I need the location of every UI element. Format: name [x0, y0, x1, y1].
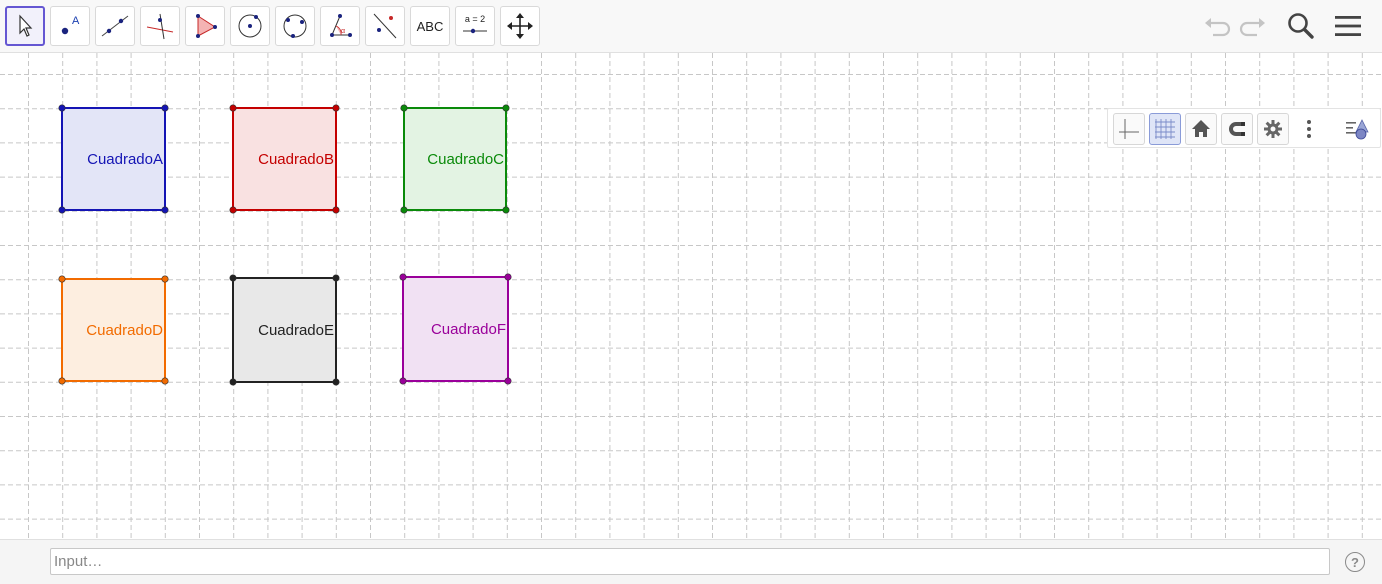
- menu-icon: [1335, 16, 1361, 36]
- square-a-vertex[interactable]: [58, 104, 66, 112]
- square-d[interactable]: CuadradoD: [58, 275, 169, 385]
- graphics-view[interactable]: CuadradoA CuadradoB CuadradoC CuadradoD Cuad…: [0, 53, 1382, 539]
- slider-icon: a = 2: [463, 14, 487, 34]
- square-d-vertex[interactable]: [161, 377, 169, 385]
- more-vertical-icon: [1307, 120, 1311, 138]
- square-c[interactable]: CuadradoC: [400, 104, 510, 214]
- svg-text:α: α: [341, 28, 345, 35]
- square-b[interactable]: CuadradoB: [229, 104, 340, 214]
- square-c-vertex[interactable]: [502, 104, 510, 112]
- text-icon: ABC: [416, 18, 444, 34]
- perpendicular-tool-button[interactable]: [140, 6, 180, 46]
- search-icon: [1288, 13, 1314, 39]
- circle-three-points-tool-button[interactable]: [275, 6, 315, 46]
- square-a-vertex[interactable]: [161, 206, 169, 214]
- square-e[interactable]: CuadradoE: [229, 274, 340, 386]
- polygon-tool-button[interactable]: [185, 6, 225, 46]
- menu-button[interactable]: [1330, 8, 1366, 44]
- reflect-tool-button[interactable]: [365, 6, 405, 46]
- square-e-vertex[interactable]: [332, 274, 340, 282]
- standard-view-button[interactable]: [1185, 113, 1217, 145]
- gear-icon: [1264, 120, 1282, 138]
- graphics-style-bar: [1107, 108, 1381, 148]
- square-a-label: CuadradoA: [87, 151, 163, 168]
- circle-icon: [238, 14, 262, 38]
- square-e-vertex[interactable]: [229, 378, 237, 386]
- redo-button[interactable]: [1235, 8, 1271, 44]
- square-a-vertex[interactable]: [58, 206, 66, 214]
- magnet-icon: [1229, 122, 1245, 136]
- square-e-label: CuadradoE: [258, 322, 334, 339]
- angle-tool-button[interactable]: α: [320, 6, 360, 46]
- perpendicular-icon: [146, 13, 174, 40]
- square-c-vertex[interactable]: [502, 206, 510, 214]
- square-a[interactable]: CuadradoA: [58, 104, 169, 214]
- toggle-axes-button[interactable]: [1113, 113, 1145, 145]
- grid-icon: [1155, 119, 1175, 139]
- point-tool-button[interactable]: A: [50, 6, 90, 46]
- search-button[interactable]: [1283, 8, 1319, 44]
- square-b-vertex[interactable]: [229, 104, 237, 112]
- square-b-vertex[interactable]: [332, 104, 340, 112]
- square-d-vertex[interactable]: [161, 275, 169, 283]
- slider-tool-button[interactable]: a = 2: [455, 6, 495, 46]
- square-a-vertex[interactable]: [161, 104, 169, 112]
- arrow-cursor-icon: [19, 14, 33, 37]
- move-view-tool-button[interactable]: [500, 6, 540, 46]
- square-b-vertex[interactable]: [332, 206, 340, 214]
- square-b-label: CuadradoB: [258, 151, 334, 168]
- square-c-label: CuadradoC: [427, 151, 504, 168]
- polygon-icon: [196, 14, 217, 38]
- toggle-style-bar-button[interactable]: [1341, 113, 1373, 145]
- point-capturing-button[interactable]: [1221, 113, 1253, 145]
- point-icon: A: [61, 15, 80, 35]
- square-d-vertex[interactable]: [58, 377, 66, 385]
- square-f-vertex[interactable]: [504, 377, 512, 385]
- square-c-vertex[interactable]: [400, 206, 408, 214]
- angle-icon: α: [330, 14, 352, 37]
- square-f-vertex[interactable]: [399, 377, 407, 385]
- circle-three-points-icon: [283, 14, 307, 38]
- square-d-vertex[interactable]: [58, 275, 66, 283]
- reflect-icon: [373, 13, 397, 39]
- square-f-label: CuadradoF: [431, 321, 506, 338]
- square-f-vertex[interactable]: [399, 273, 407, 281]
- square-d-label: CuadradoD: [86, 322, 163, 339]
- algebra-input[interactable]: [50, 548, 1330, 575]
- move-arrows-icon: [507, 13, 533, 39]
- settings-button[interactable]: [1257, 113, 1289, 145]
- square-f[interactable]: CuadradoF: [399, 273, 512, 385]
- move-tool-button[interactable]: [5, 6, 45, 46]
- line-icon: [101, 15, 129, 37]
- undo-icon: [1205, 18, 1231, 37]
- home-icon: [1192, 120, 1210, 137]
- square-f-vertex[interactable]: [504, 273, 512, 281]
- text-tool-button[interactable]: ABC: [410, 6, 450, 46]
- svg-text:A: A: [72, 15, 80, 27]
- help-icon[interactable]: ?: [1345, 552, 1365, 572]
- undo-button[interactable]: [1199, 8, 1235, 44]
- square-e-vertex[interactable]: [332, 378, 340, 386]
- square-c-vertex[interactable]: [400, 104, 408, 112]
- more-options-button[interactable]: [1293, 113, 1325, 145]
- toolbar: A α ABC a = 2: [0, 0, 1382, 53]
- circle-tool-button[interactable]: [230, 6, 270, 46]
- square-e-vertex[interactable]: [229, 274, 237, 282]
- toggle-grid-button[interactable]: [1149, 113, 1181, 145]
- input-bar: ?: [0, 539, 1382, 584]
- axes-icon: [1119, 119, 1139, 139]
- redo-icon: [1239, 18, 1265, 37]
- graphics-style-icon: [1346, 119, 1369, 140]
- square-b-vertex[interactable]: [229, 206, 237, 214]
- slider-icon-label: a = 2: [465, 14, 485, 24]
- line-tool-button[interactable]: [95, 6, 135, 46]
